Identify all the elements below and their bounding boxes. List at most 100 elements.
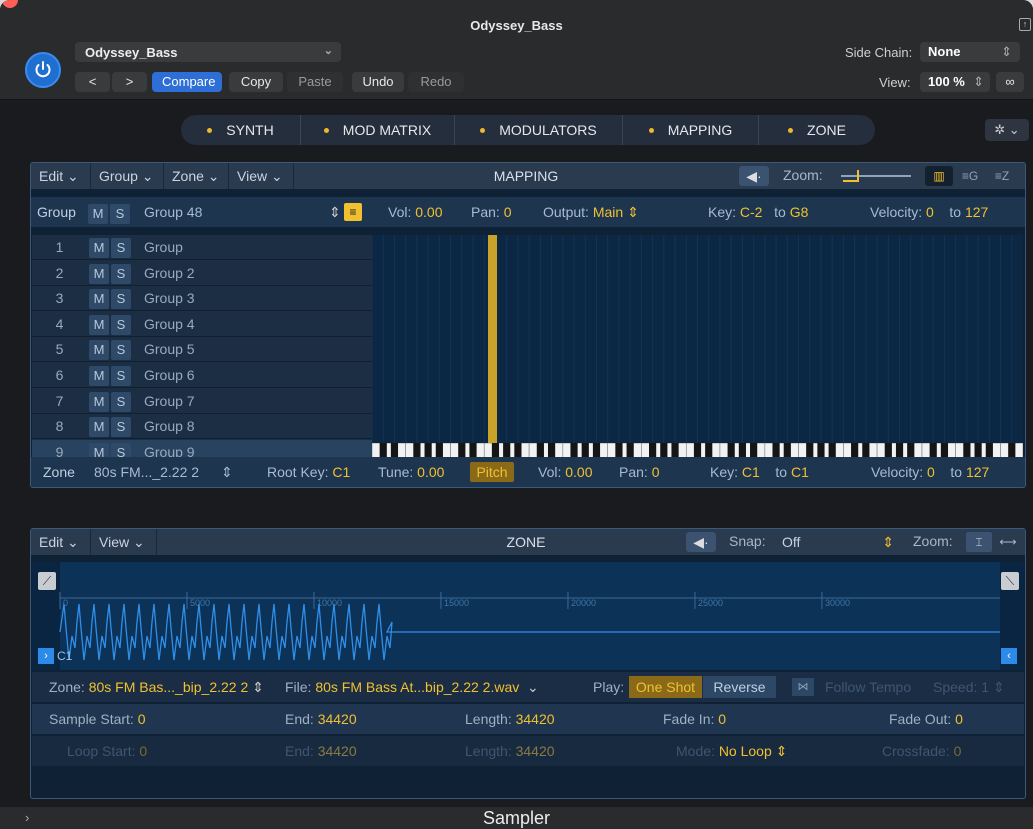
speed-control[interactable]: Speed: 1 ⇕ [933,679,1005,696]
group-list-item[interactable]: 8 M S Group 8 [32,414,372,440]
view-zoom-select[interactable]: 100 % ⇕ [920,72,990,92]
tune[interactable]: Tune: 0.00 [378,461,444,483]
undo-button[interactable]: Undo [352,72,404,92]
group-list-item[interactable]: 5 M S Group 5 [32,337,372,363]
sample-start[interactable]: Sample Start: 0 [49,711,146,727]
updown-icon[interactable]: ⇕ [221,461,233,483]
tab-mapping[interactable]: MAPPING [623,115,759,145]
one-shot-button[interactable]: One Shot [629,676,702,698]
zone-block[interactable] [488,235,497,443]
link-button[interactable]: ∞ [996,72,1024,92]
solo-button[interactable]: S [111,238,131,258]
vertical-zoom-icon[interactable]: ⌶ [966,532,992,552]
mute-button[interactable]: M [89,263,109,284]
speaker-icon[interactable]: ◀· [686,532,716,552]
group-list-item[interactable]: 2 M S Group 2 [32,261,372,286]
zone-view-icon[interactable]: ≡Z [988,166,1016,186]
group-velocity[interactable]: Velocity: 0 to 127 [870,201,988,223]
group-list-item[interactable]: 1 M S Group [32,235,372,260]
snap-select[interactable]: Off ⇕ [776,532,898,552]
power-button[interactable] [25,52,61,88]
file-select[interactable]: File: 80s FM Bass At...bip_2.22 2.wav ⌄ [285,679,539,696]
paste-button[interactable]: Paste [287,72,343,92]
solo-button[interactable]: S [111,417,131,438]
sample-end[interactable]: End: 34420 [285,711,357,727]
mute-button[interactable]: M [89,391,109,412]
solo-button[interactable]: S [111,263,131,284]
solo-button[interactable]: S [111,340,131,361]
zone-menu[interactable]: Zone ⌄ [164,163,229,189]
tab-zone[interactable]: ZONE [759,115,875,145]
mute-button[interactable]: M [89,366,109,386]
group-list-item[interactable]: 6 M S Group 6 [32,363,372,388]
loop-mode[interactable]: Mode: No Loop ⇕ [676,743,787,760]
zone-file-name[interactable]: Zone: 80s FM Bas..._bip_2.22 2 ⇕ [49,679,264,696]
disclosure-chevron-icon[interactable]: › [25,807,29,829]
key-mapping-grid[interactable] [371,235,1023,443]
group-list-item[interactable]: 7 M S Group 7 [32,389,372,414]
close-window-button[interactable] [2,0,18,8]
copy-button[interactable]: Copy [229,72,283,92]
loop-end[interactable]: End: 34420 [285,743,357,759]
redo-button[interactable]: Redo [408,72,464,92]
group-name[interactable]: Group 48 [144,201,202,223]
tab-mod-matrix[interactable]: MOD MATRIX [301,115,455,145]
zone-velocity[interactable]: Velocity: 0 to 127 [871,461,989,483]
zone-view-menu[interactable]: View ⌄ [91,529,157,555]
loop-start[interactable]: Loop Start: 0 [67,743,147,759]
fade-out-handle-icon[interactable]: ⟍ [1001,572,1019,590]
group-output[interactable]: Output: Main ⇕ [543,201,639,223]
expand-icon[interactable]: ↑ [1019,18,1031,31]
horizontal-zoom-icon[interactable]: ⟷ [995,532,1021,552]
solo-button[interactable]: S [110,204,130,224]
group-key-range[interactable]: Key: C-2 to G8 [708,201,808,223]
mute-button[interactable]: M [88,204,108,224]
group-menu[interactable]: Group ⌄ [91,163,164,189]
group-pan[interactable]: Pan: 0 [471,201,512,223]
previous-preset-button[interactable]: < [75,72,110,92]
sample-length[interactable]: Length: 34420 [465,711,555,727]
group-vol[interactable]: Vol: 0.00 [388,201,443,223]
flex-icon[interactable]: ⋈ [792,678,814,696]
mute-button[interactable]: M [89,340,109,361]
crossfade[interactable]: Crossfade: 0 [882,743,961,759]
group-list-item[interactable]: 4 M S Group 4 [32,312,372,337]
solo-button[interactable]: S [111,289,131,310]
solo-button[interactable]: S [111,314,131,335]
reverse-button[interactable]: Reverse [703,676,776,698]
fade-out[interactable]: Fade Out: 0 [889,711,963,727]
mute-button[interactable]: M [89,314,109,335]
speaker-icon[interactable]: ◀· [739,166,769,186]
group-list-item[interactable]: 3 M S Group 3 [32,286,372,312]
solo-button[interactable]: S [111,366,131,386]
fade-in-handle-icon[interactable]: ⟋ [38,572,56,590]
group-view-icon[interactable]: ≡G [956,166,984,186]
zoom-slider-handle[interactable] [843,170,859,182]
root-key[interactable]: Root Key: C1 [267,461,350,483]
zone-name[interactable]: 80s FM..._2.22 2 [94,461,199,483]
sample-end-marker[interactable]: ‹ [1001,648,1017,664]
settings-button[interactable]: ✲ ⌄ [985,119,1029,141]
waveform-area[interactable]: 0 5000 10000 15000 20000 25000 30000 ⟋ ⟍ › C1 … [32,562,1024,670]
next-preset-button[interactable]: > [112,72,147,92]
updown-icon[interactable]: ⇕ [329,201,341,223]
solo-button[interactable]: S [111,391,131,412]
list-icon[interactable]: ≡ [344,203,362,221]
follow-tempo[interactable]: Follow Tempo [825,679,911,695]
mute-button[interactable]: M [89,289,109,310]
preset-menu[interactable]: Odyssey_Bass ⌄ [75,42,341,62]
tab-modulators[interactable]: MODULATORS [455,115,623,145]
edit-menu[interactable]: Edit ⌄ [31,163,91,189]
loop-length[interactable]: Length: 34420 [465,743,555,759]
compare-button[interactable]: Compare [152,72,222,92]
pitch-button[interactable]: Pitch [470,462,514,482]
zone-key-range[interactable]: Key: C1 to C1 [710,461,809,483]
mute-button[interactable]: M [89,417,109,438]
keyboard-view-icon[interactable]: ▥ [925,166,953,186]
zone-vol[interactable]: Vol: 0.00 [538,461,593,483]
fade-in[interactable]: Fade In: 0 [663,711,726,727]
tab-synth[interactable]: SYNTH [181,115,301,145]
zone-edit-menu[interactable]: Edit ⌄ [31,529,91,555]
mute-button[interactable]: M [89,238,109,258]
sample-start-marker[interactable]: › [38,648,54,664]
